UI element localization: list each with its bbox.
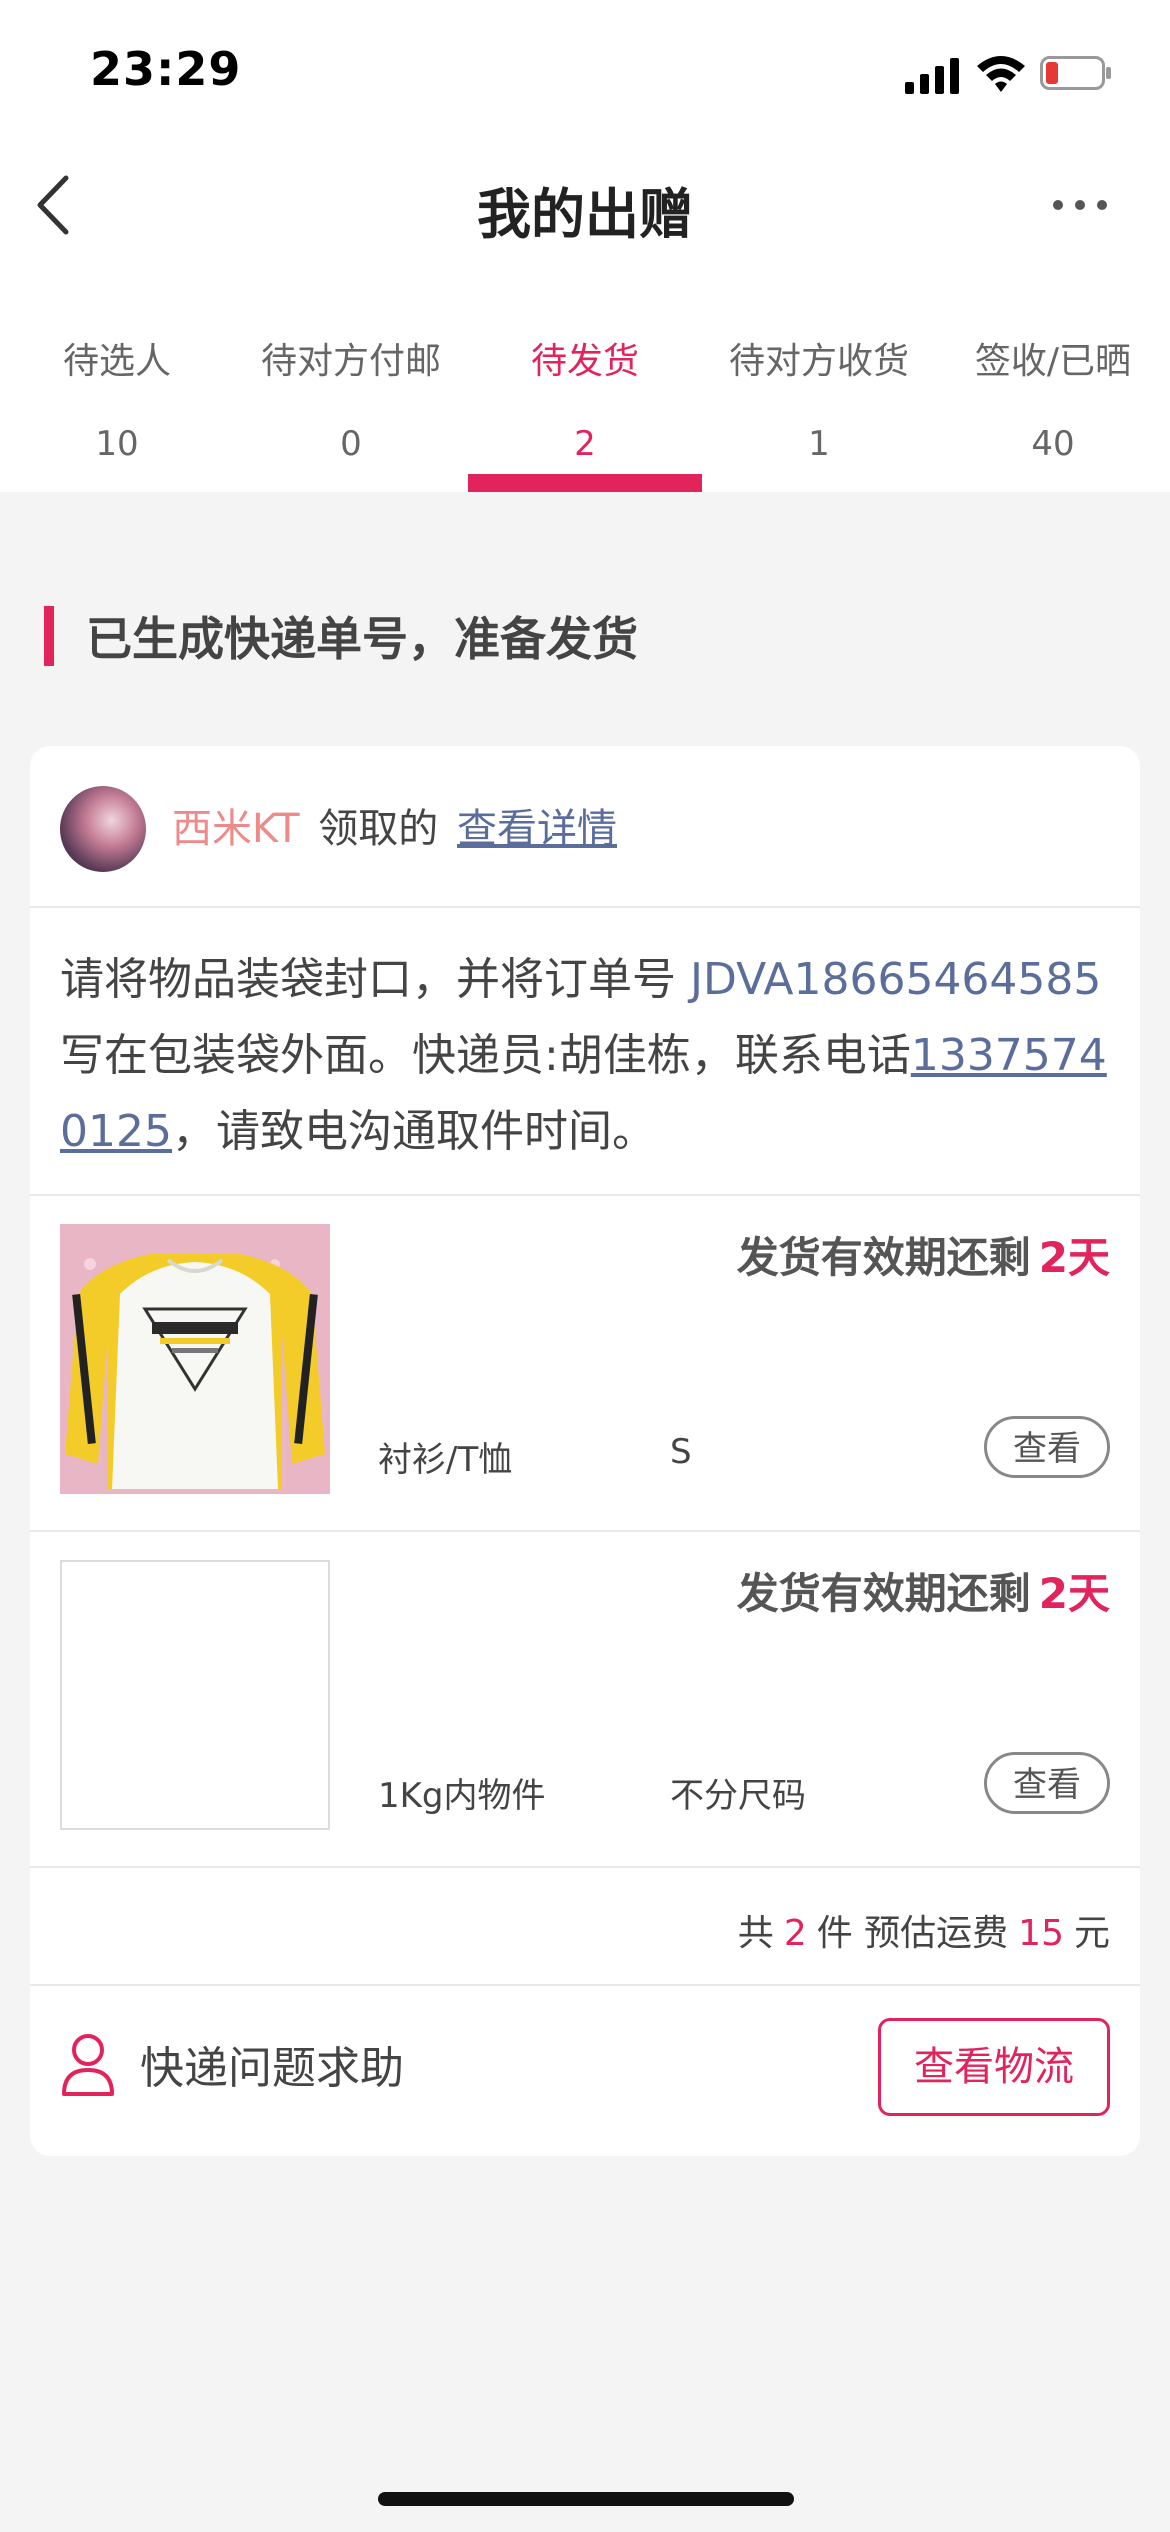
instruction-text: ，请致电沟通取件时间。	[171, 1106, 656, 1157]
item-photo[interactable]	[60, 1224, 330, 1494]
shipping-deadline: 发货有效期还剩 2天	[737, 1224, 1110, 1285]
receiver-row: 西米KT 领取的 查看详情	[30, 746, 1140, 908]
item-category: 1Kg内物件	[378, 1776, 546, 1816]
tab-label: 待发货	[530, 341, 639, 382]
page-title: 我的出赠	[477, 183, 693, 246]
tab-count: 10	[95, 424, 139, 464]
active-tab-indicator	[468, 474, 702, 492]
person-icon	[62, 2034, 114, 2096]
view-details-link[interactable]: 查看详情	[457, 806, 617, 852]
list-item: 发货有效期还剩 2天 1Kg内物件 不分尺码 查看	[30, 1532, 1140, 1868]
more-options-icon[interactable]	[1050, 190, 1110, 220]
shipping-instruction: 请将物品装袋封口，并将订单号 JDVA18665464585 写在包装袋外面。快…	[60, 942, 1110, 1170]
view-item-button[interactable]: 查看	[984, 1752, 1110, 1814]
item-count: 2	[783, 1913, 807, 1954]
courier-help-button[interactable]: 快递问题求助	[60, 2024, 404, 2104]
list-item: 发货有效期还剩 2天 衬衫/T恤 S 查看	[30, 1196, 1140, 1532]
tab-label: 待对方收货	[728, 341, 909, 382]
tab-count: 2	[574, 424, 596, 464]
tab-received[interactable]: 签收/已晒 40	[936, 320, 1170, 492]
section-accent-bar	[44, 606, 54, 666]
summary-fee-unit: 元	[1073, 1913, 1110, 1954]
status-tabs: 待选人 10 待对方付邮 0 待发货 2 待对方收货 1 签收/已晒 40	[0, 320, 1170, 492]
tab-count: 0	[340, 424, 362, 464]
receiver-username[interactable]: 西米KT	[172, 806, 300, 852]
order-summary: 共2件 预估运费 15 元	[738, 1904, 1110, 1956]
instruction-text: 写在包装袋外面。快递员:胡佳栋，联系电话	[60, 1030, 911, 1081]
deadline-days: 2天	[1038, 1233, 1110, 1282]
tab-pending-receipt[interactable]: 待对方收货 1	[702, 320, 936, 492]
order-number: JDVA18665464585	[690, 954, 1102, 1005]
shipping-deadline: 发货有效期还剩 2天	[737, 1560, 1110, 1621]
wifi-icon	[977, 56, 1025, 92]
shipment-card: 西米KT 领取的 查看详情 请将物品装袋封口，并将订单号 JDVA1866546…	[30, 746, 1140, 2156]
deadline-days: 2天	[1038, 1569, 1110, 1618]
tab-label: 签收/已晒	[974, 341, 1132, 382]
cellular-signal-icon	[905, 58, 959, 94]
claimed-text: 领取的	[318, 806, 439, 852]
section-title: 已生成快递单号，准备发货	[86, 612, 638, 666]
divider	[30, 1984, 1140, 1986]
item-size: 不分尺码	[670, 1776, 806, 1816]
summary-prefix: 共	[737, 1913, 774, 1954]
deadline-label: 发货有效期还剩	[736, 1569, 1031, 1618]
summary-count-unit: 件 预估运费	[816, 1913, 1009, 1954]
home-indicator	[378, 2492, 794, 2506]
section-header: 已生成快递单号，准备发货	[44, 606, 638, 666]
item-photo-placeholder[interactable]	[60, 1560, 330, 1830]
avatar[interactable]	[60, 786, 146, 872]
item-size: S	[670, 1432, 692, 1472]
battery-icon	[1040, 56, 1111, 90]
tab-label: 待选人	[62, 341, 171, 382]
tab-count: 1	[808, 424, 830, 464]
tab-count: 40	[1031, 424, 1075, 464]
status-time: 23:29	[90, 42, 242, 96]
instruction-text: 请将物品装袋封口，并将订单号	[60, 954, 690, 1005]
deadline-label: 发货有效期还剩	[736, 1233, 1031, 1282]
tab-pending-postage[interactable]: 待对方付邮 0	[234, 320, 468, 492]
status-bar: 23:29	[0, 0, 1170, 140]
help-label: 快递问题求助	[140, 2043, 404, 2094]
receiver-line: 西米KT 领取的 查看详情	[172, 796, 617, 854]
view-item-button[interactable]: 查看	[984, 1416, 1110, 1478]
tab-label: 待对方付邮	[260, 341, 441, 382]
shipping-fee: 15	[1018, 1913, 1064, 1954]
view-logistics-button[interactable]: 查看物流	[878, 2018, 1110, 2116]
item-category: 衬衫/T恤	[378, 1440, 513, 1480]
tab-pending-shipment[interactable]: 待发货 2	[468, 320, 702, 492]
tab-pending-selection[interactable]: 待选人 10	[0, 320, 234, 492]
